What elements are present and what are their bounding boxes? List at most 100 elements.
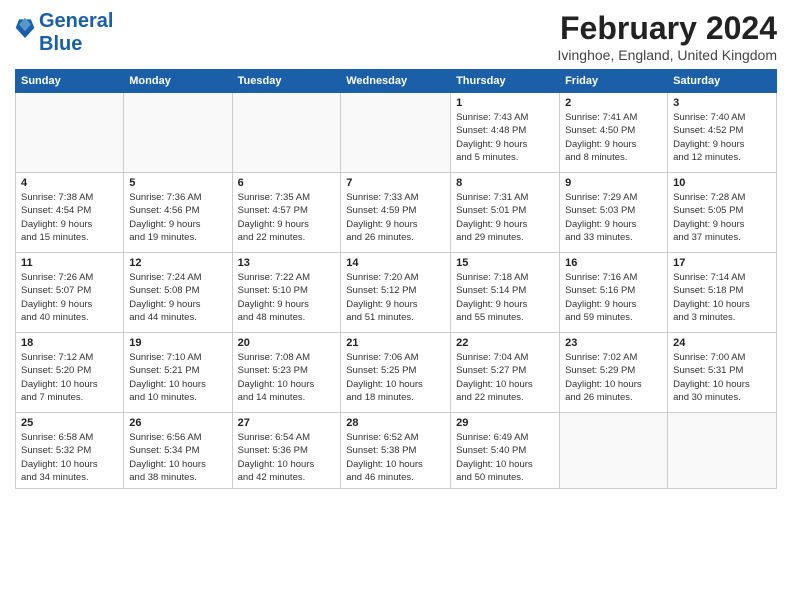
- day-number: 29: [456, 417, 554, 429]
- calendar-cell: 25 Sunrise: 6:58 AM Sunset: 5:32 PM Dayli…: [16, 413, 124, 489]
- calendar-cell: [668, 413, 777, 489]
- calendar-cell: 16 Sunrise: 7:16 AM Sunset: 5:16 PM Dayli…: [560, 253, 668, 333]
- day-number: 27: [238, 417, 336, 429]
- weekday-header: Tuesday: [232, 70, 341, 93]
- day-info: Sunrise: 7:08 AM Sunset: 5:23 PM Dayligh…: [238, 351, 336, 404]
- calendar-cell: [16, 93, 124, 173]
- weekday-header: Monday: [124, 70, 232, 93]
- calendar-cell: 4 Sunrise: 7:38 AM Sunset: 4:54 PM Daylig…: [16, 173, 124, 253]
- day-info: Sunrise: 6:49 AM Sunset: 5:40 PM Dayligh…: [456, 431, 554, 484]
- calendar-cell: 11 Sunrise: 7:26 AM Sunset: 5:07 PM Dayli…: [16, 253, 124, 333]
- weekday-header: Wednesday: [341, 70, 451, 93]
- day-info: Sunrise: 7:28 AM Sunset: 5:05 PM Dayligh…: [673, 191, 771, 244]
- title-block: February 2024 Ivinghoe, England, United …: [558, 10, 777, 63]
- calendar-cell: 24Sunrise: 7:00 AM Sunset: 5:31 PM Dayli…: [668, 333, 777, 413]
- day-info: Sunrise: 7:04 AM Sunset: 5:27 PM Dayligh…: [456, 351, 554, 404]
- weekday-header: Saturday: [668, 70, 777, 93]
- calendar-cell: 7Sunrise: 7:33 AM Sunset: 4:59 PM Daylig…: [341, 173, 451, 253]
- day-number: 5: [129, 177, 226, 189]
- day-number: 18: [21, 337, 118, 349]
- day-info: Sunrise: 6:54 AM Sunset: 5:36 PM Dayligh…: [238, 431, 336, 484]
- page-header: General Blue February 2024 Ivinghoe, Eng…: [15, 10, 777, 63]
- day-info: Sunrise: 7:31 AM Sunset: 5:01 PM Dayligh…: [456, 191, 554, 244]
- calendar-week-row: 11 Sunrise: 7:26 AM Sunset: 5:07 PM Dayli…: [16, 253, 777, 333]
- day-number: 23: [565, 337, 662, 349]
- day-number: 3: [673, 97, 771, 109]
- calendar-week-row: 25 Sunrise: 6:58 AM Sunset: 5:32 PM Dayli…: [16, 413, 777, 489]
- day-number: 22: [456, 337, 554, 349]
- calendar-cell: 6 Sunrise: 7:35 AM Sunset: 4:57 PM Daylig…: [232, 173, 341, 253]
- day-info: Sunrise: 7:41 AM Sunset: 4:50 PM Dayligh…: [565, 111, 662, 164]
- calendar-cell: 10Sunrise: 7:28 AM Sunset: 5:05 PM Dayli…: [668, 173, 777, 253]
- calendar-cell: 20 Sunrise: 7:08 AM Sunset: 5:23 PM Dayli…: [232, 333, 341, 413]
- day-info: Sunrise: 7:26 AM Sunset: 5:07 PM Dayligh…: [21, 271, 118, 324]
- day-info: Sunrise: 7:43 AM Sunset: 4:48 PM Dayligh…: [456, 111, 554, 164]
- day-info: Sunrise: 6:56 AM Sunset: 5:34 PM Dayligh…: [129, 431, 226, 484]
- day-number: 16: [565, 257, 662, 269]
- day-number: 9: [565, 177, 662, 189]
- day-info: Sunrise: 6:52 AM Sunset: 5:38 PM Dayligh…: [346, 431, 445, 484]
- day-number: 15: [456, 257, 554, 269]
- calendar-cell: [232, 93, 341, 173]
- day-number: 20: [238, 337, 336, 349]
- calendar-table: SundayMondayTuesdayWednesdayThursdayFrid…: [15, 69, 777, 489]
- calendar-cell: 5 Sunrise: 7:36 AM Sunset: 4:56 PM Daylig…: [124, 173, 232, 253]
- day-info: Sunrise: 7:22 AM Sunset: 5:10 PM Dayligh…: [238, 271, 336, 324]
- day-number: 25: [21, 417, 118, 429]
- calendar-week-row: 4 Sunrise: 7:38 AM Sunset: 4:54 PM Daylig…: [16, 173, 777, 253]
- calendar-cell: 28 Sunrise: 6:52 AM Sunset: 5:38 PM Dayli…: [341, 413, 451, 489]
- day-number: 11: [21, 257, 118, 269]
- day-info: Sunrise: 7:33 AM Sunset: 4:59 PM Dayligh…: [346, 191, 445, 244]
- day-info: Sunrise: 7:29 AM Sunset: 5:03 PM Dayligh…: [565, 191, 662, 244]
- day-info: Sunrise: 7:40 AM Sunset: 4:52 PM Dayligh…: [673, 111, 771, 164]
- calendar-cell: 2 Sunrise: 7:41 AM Sunset: 4:50 PM Daylig…: [560, 93, 668, 173]
- calendar-cell: [560, 413, 668, 489]
- calendar-cell: 21 Sunrise: 7:06 AM Sunset: 5:25 PM Dayli…: [341, 333, 451, 413]
- day-number: 6: [238, 177, 336, 189]
- month-year-title: February 2024: [558, 10, 777, 47]
- calendar-header-row: SundayMondayTuesdayWednesdayThursdayFrid…: [16, 70, 777, 93]
- day-info: Sunrise: 6:58 AM Sunset: 5:32 PM Dayligh…: [21, 431, 118, 484]
- calendar-cell: 1Sunrise: 7:43 AM Sunset: 4:48 PM Daylig…: [451, 93, 560, 173]
- day-number: 19: [129, 337, 226, 349]
- calendar-week-row: 1Sunrise: 7:43 AM Sunset: 4:48 PM Daylig…: [16, 93, 777, 173]
- day-info: Sunrise: 7:20 AM Sunset: 5:12 PM Dayligh…: [346, 271, 445, 324]
- day-info: Sunrise: 7:18 AM Sunset: 5:14 PM Dayligh…: [456, 271, 554, 324]
- day-info: Sunrise: 7:36 AM Sunset: 4:56 PM Dayligh…: [129, 191, 226, 244]
- day-number: 14: [346, 257, 445, 269]
- day-number: 12: [129, 257, 226, 269]
- calendar-cell: 23 Sunrise: 7:02 AM Sunset: 5:29 PM Dayli…: [560, 333, 668, 413]
- calendar-cell: 27 Sunrise: 6:54 AM Sunset: 5:36 PM Dayli…: [232, 413, 341, 489]
- day-info: Sunrise: 7:38 AM Sunset: 4:54 PM Dayligh…: [21, 191, 118, 244]
- day-number: 13: [238, 257, 336, 269]
- day-number: 8: [456, 177, 554, 189]
- calendar-cell: 9 Sunrise: 7:29 AM Sunset: 5:03 PM Daylig…: [560, 173, 668, 253]
- day-number: 26: [129, 417, 226, 429]
- day-info: Sunrise: 7:02 AM Sunset: 5:29 PM Dayligh…: [565, 351, 662, 404]
- weekday-header: Friday: [560, 70, 668, 93]
- day-info: Sunrise: 7:16 AM Sunset: 5:16 PM Dayligh…: [565, 271, 662, 324]
- calendar-cell: 17Sunrise: 7:14 AM Sunset: 5:18 PM Dayli…: [668, 253, 777, 333]
- day-info: Sunrise: 7:14 AM Sunset: 5:18 PM Dayligh…: [673, 271, 771, 324]
- calendar-cell: [341, 93, 451, 173]
- calendar-cell: 19 Sunrise: 7:10 AM Sunset: 5:21 PM Dayli…: [124, 333, 232, 413]
- logo: General Blue: [15, 10, 113, 56]
- day-number: 4: [21, 177, 118, 189]
- day-number: 28: [346, 417, 445, 429]
- day-info: Sunrise: 7:00 AM Sunset: 5:31 PM Dayligh…: [673, 351, 771, 404]
- day-info: Sunrise: 7:10 AM Sunset: 5:21 PM Dayligh…: [129, 351, 226, 404]
- calendar-cell: 14 Sunrise: 7:20 AM Sunset: 5:12 PM Dayli…: [341, 253, 451, 333]
- day-number: 2: [565, 97, 662, 109]
- calendar-cell: 12 Sunrise: 7:24 AM Sunset: 5:08 PM Dayli…: [124, 253, 232, 333]
- day-info: Sunrise: 7:06 AM Sunset: 5:25 PM Dayligh…: [346, 351, 445, 404]
- calendar-cell: 3 Sunrise: 7:40 AM Sunset: 4:52 PM Daylig…: [668, 93, 777, 173]
- location-subtitle: Ivinghoe, England, United Kingdom: [558, 47, 777, 63]
- day-info: Sunrise: 7:35 AM Sunset: 4:57 PM Dayligh…: [238, 191, 336, 244]
- day-number: 21: [346, 337, 445, 349]
- calendar-cell: 29 Sunrise: 6:49 AM Sunset: 5:40 PM Dayli…: [451, 413, 560, 489]
- calendar-cell: 13 Sunrise: 7:22 AM Sunset: 5:10 PM Dayli…: [232, 253, 341, 333]
- logo-text: General Blue: [39, 10, 113, 56]
- calendar-cell: [124, 93, 232, 173]
- calendar-cell: 26 Sunrise: 6:56 AM Sunset: 5:34 PM Dayli…: [124, 413, 232, 489]
- day-info: Sunrise: 7:24 AM Sunset: 5:08 PM Dayligh…: [129, 271, 226, 324]
